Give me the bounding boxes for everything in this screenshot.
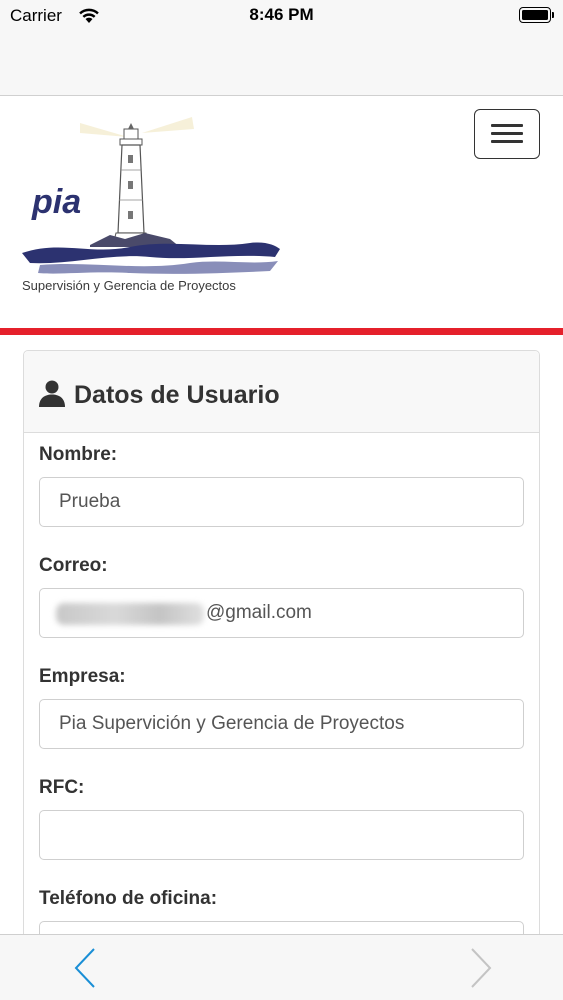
browser-top-bar (0, 32, 563, 96)
clock: 8:46 PM (249, 5, 314, 24)
empresa-input[interactable] (39, 699, 524, 749)
email-redaction (56, 603, 204, 625)
chevron-right-icon[interactable] (460, 945, 500, 991)
site-header: pia Supervisión y Gerencia de Proyectos (0, 97, 563, 328)
telefono-label: Teléfono de oficina: (39, 888, 218, 909)
battery-icon (519, 7, 554, 23)
rfc-input[interactable] (39, 810, 524, 860)
logo-caption: Supervisión y Gerencia de Proyectos (22, 278, 236, 293)
header-divider (0, 328, 563, 335)
pia-logo: pia (22, 117, 280, 274)
hamburger-icon (491, 124, 523, 127)
nombre-input[interactable] (39, 477, 524, 527)
menu-toggle-button[interactable] (474, 109, 540, 159)
chevron-left-icon[interactable] (66, 945, 106, 991)
browser-toolbar (0, 934, 563, 1000)
logo-wordmark: pia (31, 183, 81, 221)
rfc-label: RFC: (39, 777, 85, 798)
panel-heading: Datos de Usuario (24, 351, 539, 433)
nombre-label: Nombre: (39, 444, 118, 465)
panel-title: Datos de Usuario (74, 381, 280, 409)
correo-label: Correo: (39, 555, 108, 576)
status-bar: Carrier 8:46 PM (0, 0, 563, 32)
user-icon (39, 380, 65, 407)
empresa-label: Empresa: (39, 666, 126, 687)
